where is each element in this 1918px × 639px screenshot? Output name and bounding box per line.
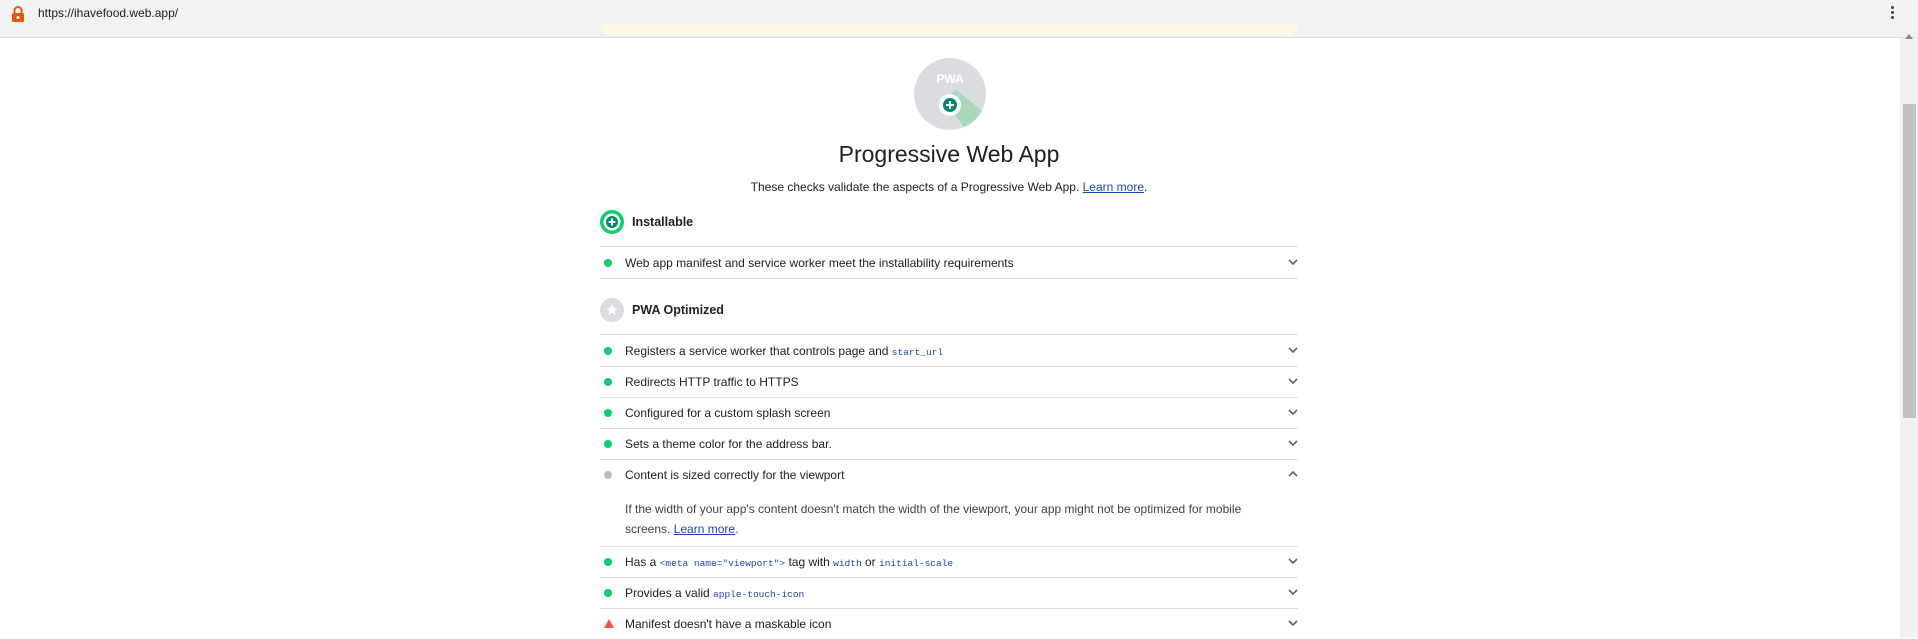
url-text[interactable]: https://ihavefood.web.app/ — [38, 6, 178, 20]
pass-status-icon — [604, 259, 612, 267]
audit-maskable-icon[interactable]: Manifest doesn't have a maskable icon — [600, 609, 1298, 639]
audit-title-text: Has a — [625, 555, 660, 569]
divider — [600, 334, 1298, 335]
chevron-down-icon[interactable] — [1288, 258, 1298, 266]
chevron-down-icon[interactable] — [1288, 588, 1298, 596]
audit-title: Provides a valid apple-touch-icon — [625, 586, 804, 600]
scroll-up-arrow-icon[interactable] — [1905, 34, 1913, 39]
informative-status-icon — [604, 471, 612, 479]
code-start-url: start_url — [891, 347, 944, 358]
star-circle-icon — [600, 298, 624, 322]
audit-apple-touch-icon[interactable]: Provides a valid apple-touch-icon — [600, 578, 1298, 608]
chevron-down-icon[interactable] — [1288, 439, 1298, 447]
group-optimized-header: PWA Optimized — [600, 298, 724, 322]
lock-icon[interactable] — [11, 6, 25, 22]
chevron-down-icon[interactable] — [1288, 377, 1298, 385]
group-installable-title: Installable — [632, 215, 694, 229]
audit-title: Manifest doesn't have a maskable icon — [625, 617, 832, 631]
chevron-up-icon[interactable] — [1288, 470, 1298, 478]
audit-title: Sets a theme color for the address bar. — [625, 437, 832, 451]
pass-status-icon — [604, 589, 612, 597]
pwa-badge-text: PWA — [936, 72, 964, 86]
audit-title: Redirects HTTP traffic to HTTPS — [625, 375, 799, 389]
code-width: width — [833, 558, 862, 569]
chevron-down-icon[interactable] — [1288, 408, 1298, 416]
category-description-text: These checks validate the aspects of a P… — [750, 180, 1083, 194]
audit-description: If the width of your app's content doesn… — [625, 499, 1245, 539]
audit-content-width[interactable]: Content is sized correctly for the viewp… — [600, 460, 1298, 490]
pass-status-icon — [604, 378, 612, 386]
pass-status-icon — [604, 440, 612, 448]
pwa-badge-icon: PWA — [914, 58, 986, 130]
audit-viewport-meta[interactable]: Has a <meta name="viewport"> tag with wi… — [600, 547, 1298, 577]
scrollbar-thumb[interactable] — [1903, 104, 1916, 418]
audit-title: Configured for a custom splash screen — [625, 406, 831, 420]
period: . — [1144, 180, 1148, 194]
plus-circle-icon — [600, 210, 624, 234]
category-title: Progressive Web App — [838, 141, 1060, 167]
code-apple-touch-icon: apple-touch-icon — [713, 589, 805, 600]
audit-installable-manifest[interactable]: Web app manifest and service worker meet… — [600, 248, 1298, 278]
category-description: These checks validate the aspects of a P… — [600, 180, 1298, 194]
audit-splash-screen[interactable]: Configured for a custom splash screen — [600, 398, 1298, 428]
divider — [600, 246, 1298, 247]
kebab-menu-icon[interactable] — [1888, 4, 1896, 22]
audit-theme-color[interactable]: Sets a theme color for the address bar. — [600, 429, 1298, 459]
audit-title-text: Provides a valid — [625, 586, 714, 600]
divider — [600, 278, 1298, 279]
code-initial-scale: initial-scale — [879, 558, 954, 569]
audit-title-text: Registers a service worker that controls… — [625, 344, 892, 358]
audit-title: Registers a service worker that controls… — [625, 344, 943, 358]
learn-more-link[interactable]: Learn more — [674, 522, 735, 536]
audit-service-worker[interactable]: Registers a service worker that controls… — [600, 336, 1298, 366]
audit-title-text: tag with — [785, 555, 834, 569]
audit-title: Has a <meta name="viewport"> tag with wi… — [625, 555, 953, 569]
chevron-down-icon[interactable] — [1288, 346, 1298, 354]
audit-title: Web app manifest and service worker meet… — [625, 256, 1014, 270]
chevron-down-icon[interactable] — [1288, 619, 1298, 627]
code-meta-viewport: <meta name="viewport"> — [659, 558, 786, 569]
pass-status-icon — [604, 558, 612, 566]
group-installable-header: Installable — [600, 210, 693, 234]
chevron-down-icon[interactable] — [1288, 557, 1298, 565]
pass-status-icon — [604, 409, 612, 417]
audit-redirects-http[interactable]: Redirects HTTP traffic to HTTPS — [600, 367, 1298, 397]
audit-title: Content is sized correctly for the viewp… — [625, 468, 845, 482]
learn-more-link[interactable]: Learn more — [1083, 180, 1144, 194]
group-optimized-title: PWA Optimized — [632, 303, 724, 317]
fail-status-icon — [604, 619, 614, 628]
pass-status-icon — [604, 347, 612, 355]
period: . — [735, 522, 739, 536]
audit-title-text: or — [861, 555, 879, 569]
warning-banner — [600, 24, 1298, 35]
